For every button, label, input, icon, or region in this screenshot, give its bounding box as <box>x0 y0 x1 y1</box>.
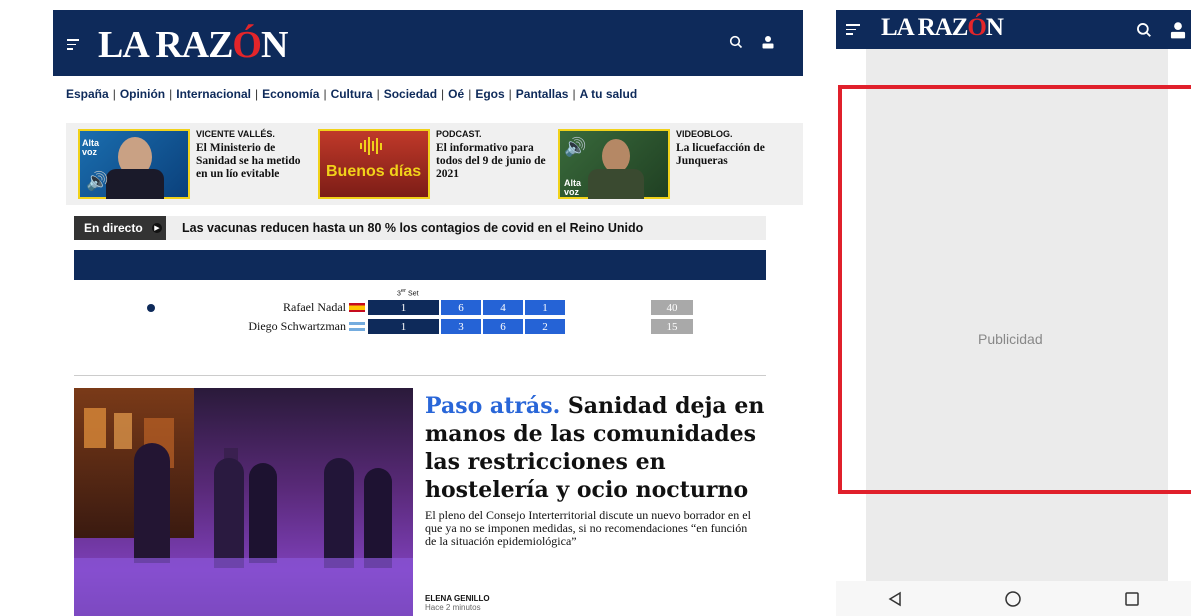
game-points: 15 <box>651 319 693 334</box>
spain-flag-icon <box>349 303 365 312</box>
mobile-header: LA RAZÓN <box>836 10 1191 49</box>
search-icon[interactable] <box>729 35 743 49</box>
user-icon[interactable] <box>761 35 775 49</box>
nav-economia[interactable]: Economía <box>262 87 319 101</box>
promo-item[interactable]: Alta voz 🔊 VICENTE VALLÉS. El Ministerio… <box>66 123 306 205</box>
home-icon[interactable] <box>1004 590 1022 608</box>
recents-icon[interactable] <box>1124 591 1140 607</box>
promo-thumbnail[interactable]: Buenos días <box>318 129 430 199</box>
ad-highlight-frame[interactable] <box>838 85 1191 494</box>
user-icon[interactable] <box>1169 21 1187 39</box>
promo-thumbnail[interactable]: 🔊 Alta voz <box>558 129 670 199</box>
set-score: 1 <box>525 300 565 315</box>
live-banner[interactable]: En directo ▶ Las vacunas reducen hasta u… <box>74 216 766 240</box>
argentina-flag-icon <box>349 322 365 331</box>
mobile-view: LA RAZÓN Publicidad <box>836 0 1191 616</box>
nav-internacional[interactable]: Internacional <box>176 87 251 101</box>
set-score: 6 <box>441 300 481 315</box>
nav-espana[interactable]: España <box>66 87 109 101</box>
article-image[interactable] <box>74 388 413 616</box>
nav-a-tu-salud[interactable]: A tu salud <box>580 87 638 101</box>
speaker-icon: 🔊 <box>564 137 587 157</box>
set-score: 6 <box>483 319 523 334</box>
promo-thumb-tag: Buenos días <box>326 163 422 180</box>
site-logo[interactable]: LA RAZÓN <box>98 23 288 67</box>
set-label: 3er Set <box>397 288 419 298</box>
waveform-icon <box>360 137 382 155</box>
set-score: 3 <box>441 319 481 334</box>
promo-title[interactable]: La licuefacción de Junqueras <box>676 142 786 168</box>
nav-cultura[interactable]: Cultura <box>331 87 373 101</box>
promo-strip: Alta voz 🔊 VICENTE VALLÉS. El Ministerio… <box>66 123 803 205</box>
article-author[interactable]: ELENA GENILLO <box>425 594 490 603</box>
live-headline[interactable]: Las vacunas reducen hasta un 80 % los co… <box>182 221 643 235</box>
promo-label: VICENTE VALLÉS. <box>196 129 275 139</box>
site-logo[interactable]: LA RAZÓN <box>881 14 1004 42</box>
promo-item[interactable]: Buenos días PODCAST. El informativo para… <box>306 123 546 205</box>
menu-icon[interactable] <box>846 24 860 35</box>
nav-pantallas[interactable]: Pantallas <box>516 87 569 101</box>
promo-title[interactable]: El informativo para todos del 9 de junio… <box>436 142 546 181</box>
nav-oe[interactable]: Oé <box>448 87 464 101</box>
back-icon[interactable] <box>887 591 903 607</box>
article-timestamp: Hace 2 minutos <box>425 603 481 612</box>
current-set: 1 <box>368 300 439 315</box>
nav-egos[interactable]: Egos <box>475 87 504 101</box>
article-headline[interactable]: Paso atrás. Sanidad deja en manos de las… <box>425 392 765 504</box>
search-icon[interactable] <box>1136 22 1152 38</box>
section-nav: España | Opinión | Internacional | Economía | Cu… <box>66 87 638 101</box>
nav-opinion[interactable]: Opinión <box>120 87 165 101</box>
menu-icon[interactable] <box>67 39 79 53</box>
player-row: Diego Schwartzman 1 3 6 2 15 <box>74 319 766 334</box>
desktop-view: LA RAZÓN España | Opinión | Internacional | Ec… <box>0 0 810 616</box>
section-divider <box>74 375 766 376</box>
speaker-icon: 🔊 <box>86 171 109 191</box>
scoreboard-header <box>74 250 766 280</box>
promo-thumbnail[interactable]: Alta voz 🔊 <box>78 129 190 199</box>
promo-thumb-tag: Alta voz <box>564 178 582 197</box>
set-score: 2 <box>525 319 565 334</box>
player-name: Diego Schwartzman <box>248 319 346 333</box>
player-row: Rafael Nadal 1 6 4 1 40 <box>74 300 766 315</box>
live-arrow-icon: ▶ <box>152 223 162 233</box>
promo-title[interactable]: El Ministerio de Sanidad se ha metido en… <box>196 142 306 181</box>
nav-sociedad[interactable]: Sociedad <box>384 87 437 101</box>
tennis-scoreboard[interactable]: 3er Set Rafael Nadal 1 6 4 1 40 Diego Sc… <box>74 283 766 343</box>
player-name: Rafael Nadal <box>283 300 346 314</box>
article-summary: El pleno del Consejo Interterritorial di… <box>425 508 751 548</box>
article-kicker: Paso atrás. <box>425 393 561 419</box>
ad-label: Publicidad <box>978 331 1043 347</box>
promo-label: PODCAST. <box>436 129 482 139</box>
set-score: 4 <box>483 300 523 315</box>
promo-thumb-tag: Alta voz <box>82 138 100 157</box>
promo-item[interactable]: 🔊 Alta voz VIDEOBLOG. La licuefacción de… <box>546 123 786 205</box>
game-points: 40 <box>651 300 693 315</box>
promo-label: VIDEOBLOG. <box>676 129 733 139</box>
site-header: LA RAZÓN <box>53 10 803 76</box>
android-nav-bar <box>836 581 1191 616</box>
current-set: 1 <box>368 319 439 334</box>
